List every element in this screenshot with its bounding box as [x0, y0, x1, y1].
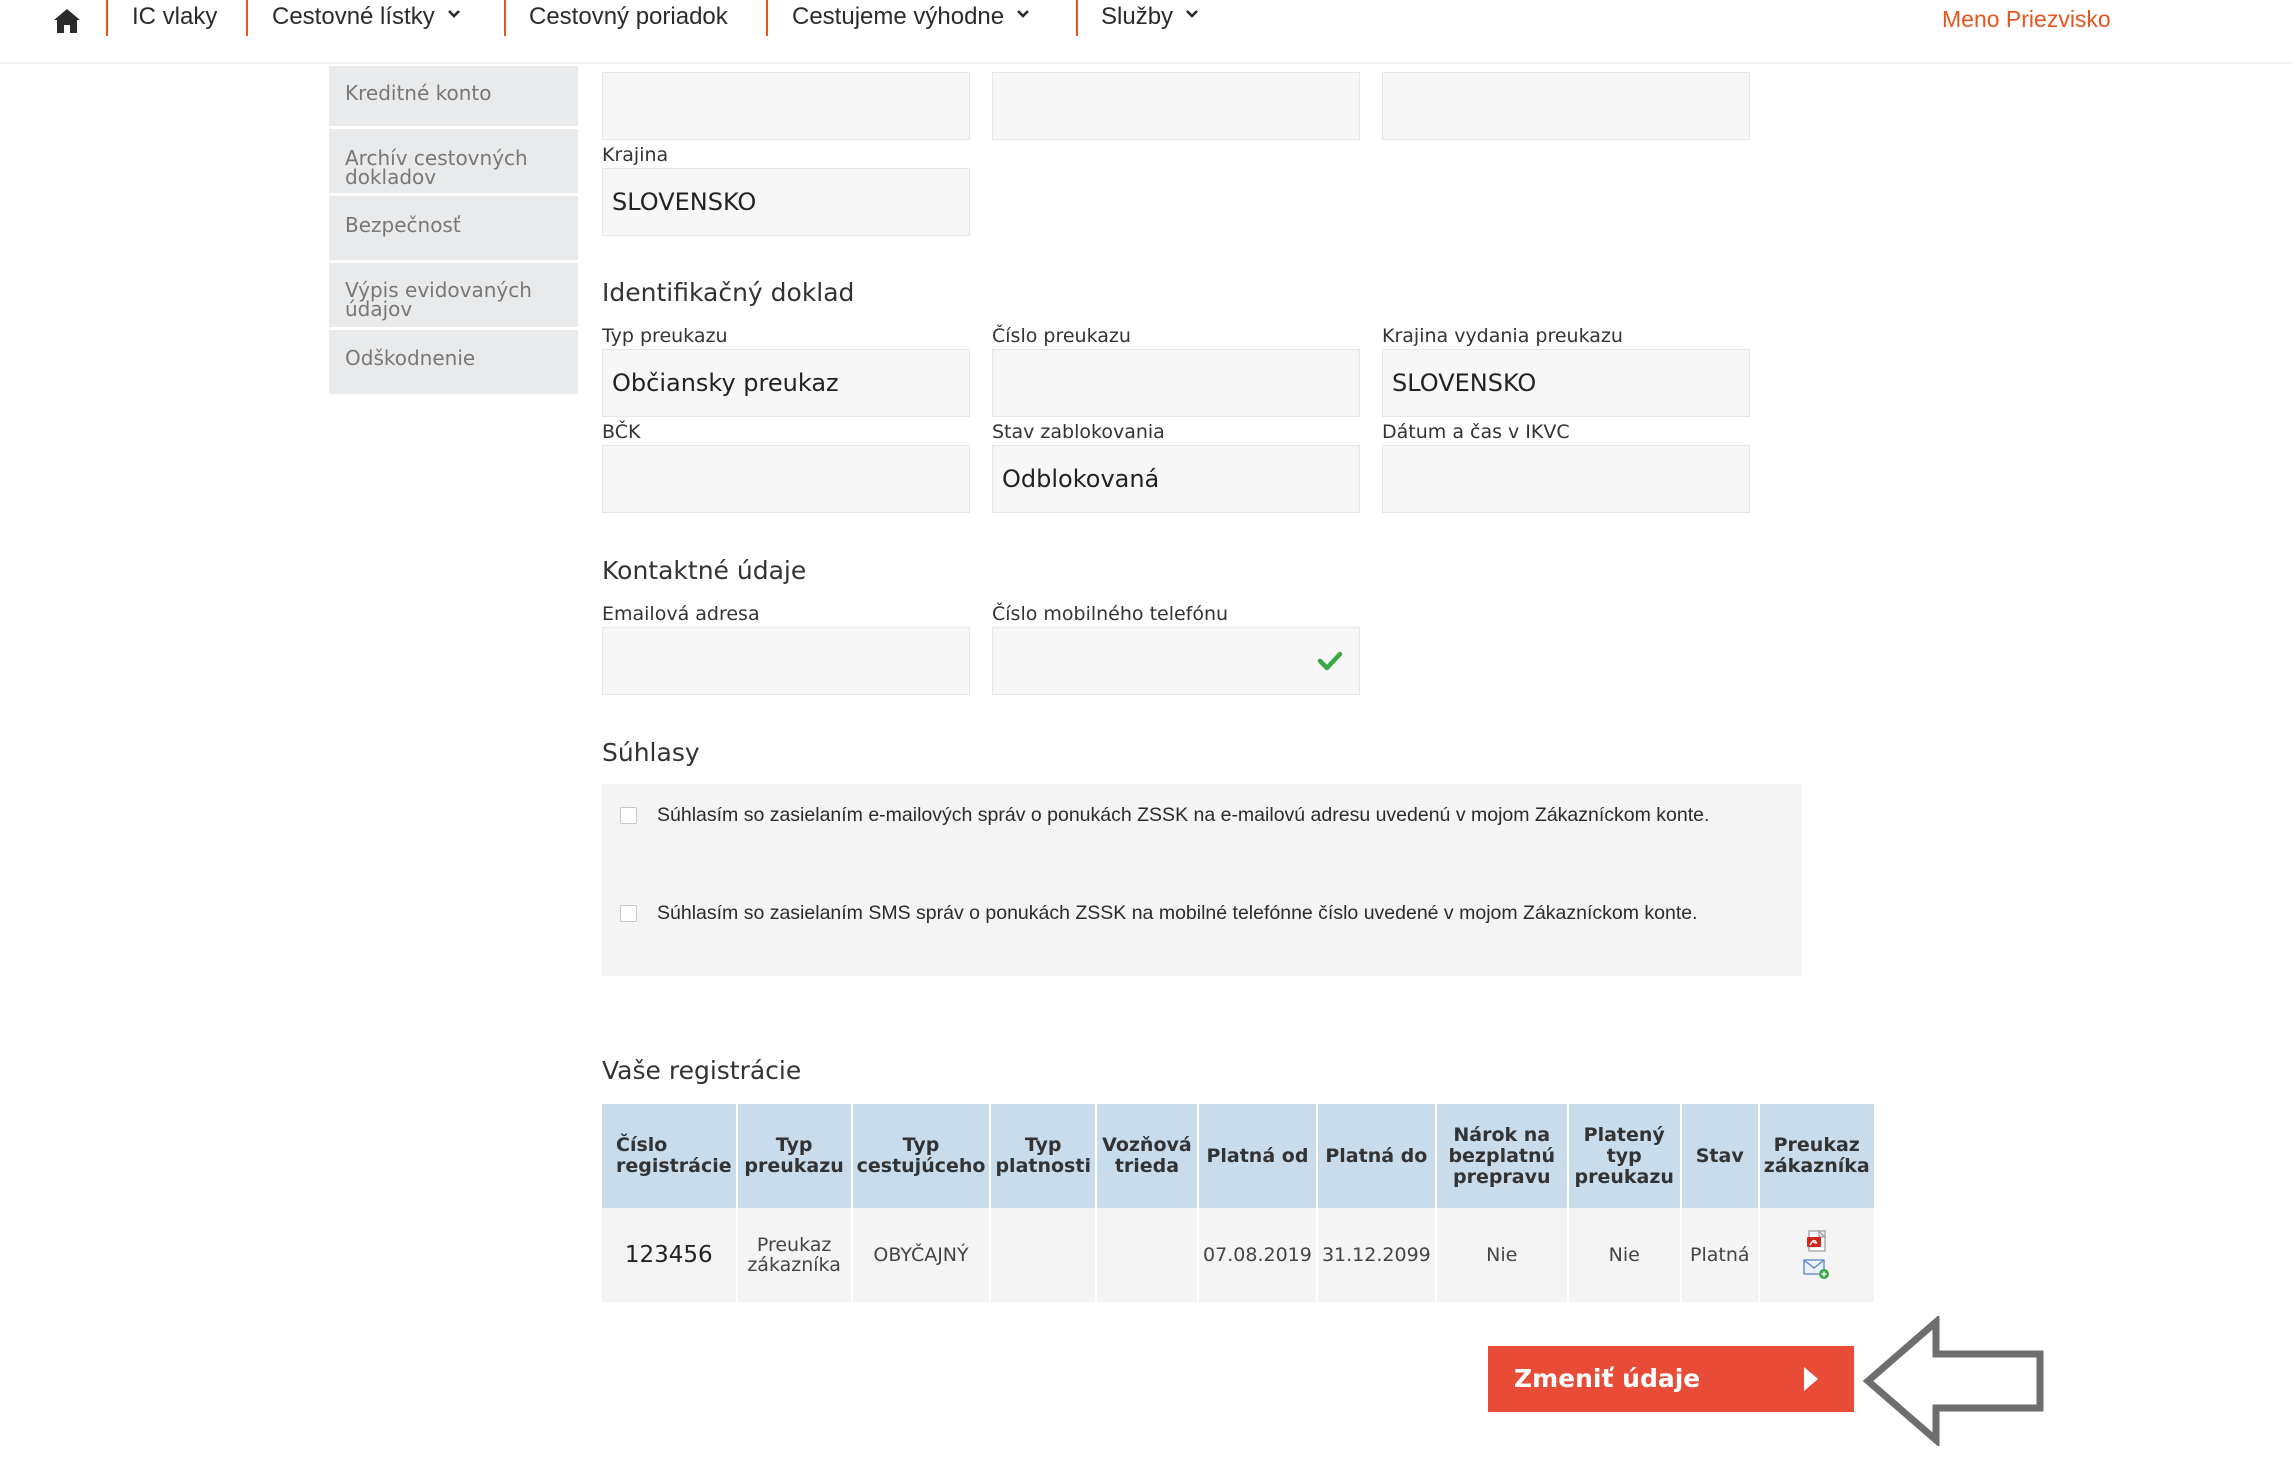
registrations-title: Vaše registrácie	[602, 1056, 802, 1085]
sidebar-item-kreditne-konto[interactable]: Kreditné konto	[329, 66, 578, 126]
free-transport-cell: Nie	[1436, 1208, 1569, 1302]
sidebar-item-label: Odškodnenie	[345, 346, 476, 370]
valid-from-cell: 07.08.2019	[1198, 1208, 1318, 1302]
sidebar-item-label: Bezpečnosť	[345, 213, 461, 237]
consent-sms-row: Súhlasím so zasielaním SMS správ o ponuk…	[602, 880, 1802, 976]
address-field-3[interactable]	[1382, 72, 1750, 140]
column-header: Platený typ preukazu	[1568, 1104, 1682, 1208]
chevron-down-icon	[1017, 10, 1030, 18]
registrations-table: Číslo registrácie Typ preukazu Typ cestu…	[602, 1104, 1874, 1302]
nav-separator	[246, 0, 248, 36]
nav-item-label: Cestovné lístky	[272, 3, 435, 30]
block-state-label: Stav zablokovania	[992, 421, 1165, 443]
user-name-link[interactable]: Meno Priezvisko	[1942, 2, 2111, 36]
country-label: Krajina	[602, 144, 669, 166]
validity-type-cell	[991, 1208, 1097, 1302]
nav-item-cestujeme-vyhodne[interactable]: Cestujeme výhodne	[792, 0, 1030, 34]
column-header: Číslo registrácie	[602, 1104, 738, 1208]
valid-to-cell: 31.12.2099	[1317, 1208, 1437, 1302]
email-send-icon[interactable]	[1803, 1258, 1831, 1280]
column-header: Platná od	[1198, 1104, 1318, 1208]
id-document-title: Identifikačný doklad	[602, 278, 855, 307]
change-details-button[interactable]: Zmeniť údaje	[1488, 1346, 1854, 1412]
nav-separator	[766, 0, 768, 36]
sidebar-item-archiv[interactable]: Archív cestovných dokladov	[329, 129, 578, 193]
email-field[interactable]	[602, 627, 970, 695]
issuing-country-label: Krajina vydania preukazu	[1382, 325, 1623, 347]
card-type-label: Typ preukazu	[602, 325, 728, 347]
nav-item-sluzby[interactable]: Služby	[1101, 0, 1199, 34]
consent-sms-checkbox[interactable]	[620, 905, 637, 922]
nav-item-cestovny-poriadok[interactable]: Cestovný poriadok	[529, 0, 728, 34]
country-field[interactable]: SLOVENSKO	[602, 168, 970, 236]
phone-field[interactable]	[992, 627, 1360, 695]
customer-card-cell	[1759, 1208, 1874, 1302]
table-header-row: Číslo registrácie Typ preukazu Typ cestu…	[602, 1104, 1874, 1208]
card-type-cell: Preukaz zákazníka	[737, 1208, 853, 1302]
sidebar-item-label: Kreditné konto	[345, 81, 492, 105]
car-class-cell	[1096, 1208, 1199, 1302]
card-type-field[interactable]: Občiansky preukaz	[602, 349, 970, 417]
column-header: Preukaz zákazníka	[1759, 1104, 1874, 1208]
card-number-label: Číslo preukazu	[992, 325, 1131, 347]
nav-item-ic-vlaky[interactable]: IC vlaky	[132, 0, 217, 34]
nav-separator	[1076, 0, 1078, 36]
home-icon[interactable]	[50, 4, 84, 38]
bck-field[interactable]	[602, 445, 970, 513]
contact-title: Kontaktné údaje	[602, 556, 807, 585]
consent-email-row: Súhlasím so zasielaním e-mailových správ…	[602, 784, 1802, 880]
pdf-icon[interactable]	[1804, 1230, 1830, 1254]
nav-separator	[504, 0, 506, 36]
top-navigation: IC vlaky Cestovné lístky Cestovný poriad…	[0, 0, 2292, 64]
change-details-label: Zmeniť údaje	[1514, 1364, 1701, 1393]
nav-separator	[106, 0, 108, 36]
passenger-type-cell: OBYČAJNÝ	[852, 1208, 992, 1302]
pointer-arrow-icon	[1862, 1316, 2044, 1446]
sidebar-item-bezpecnost[interactable]: Bezpečnosť	[329, 196, 578, 260]
consent-email-text: Súhlasím so zasielaním e-mailových správ…	[657, 804, 1710, 826]
table-row: 123456 Preukaz zákazníka OBYČAJNÝ 07.08.…	[602, 1208, 1874, 1302]
column-header: Typ preukazu	[737, 1104, 853, 1208]
sidebar-item-odskodnenie[interactable]: Odškodnenie	[329, 330, 578, 394]
nav-item-label: Služby	[1101, 3, 1174, 30]
address-field-1[interactable]	[602, 72, 970, 140]
bck-label: BČK	[602, 421, 641, 443]
play-arrow-icon	[1804, 1367, 1818, 1391]
column-header: Platná do	[1317, 1104, 1437, 1208]
email-label: Emailová adresa	[602, 603, 760, 625]
consents-title: Súhlasy	[602, 738, 700, 767]
status-cell: Platná	[1681, 1208, 1760, 1302]
nav-item-label: IC vlaky	[132, 3, 218, 30]
nav-item-label: Cestovný poriadok	[529, 3, 728, 30]
phone-label: Číslo mobilného telefónu	[992, 603, 1229, 625]
card-number-field[interactable]	[992, 349, 1360, 417]
nav-item-cestovne-listky[interactable]: Cestovné lístky	[272, 0, 461, 34]
chevron-down-icon	[447, 10, 460, 18]
column-header: Typ platnosti	[991, 1104, 1097, 1208]
consent-sms-text: Súhlasím so zasielaním SMS správ o ponuk…	[657, 902, 1698, 924]
block-state-field[interactable]: Odblokovaná	[992, 445, 1360, 513]
issuing-country-field[interactable]: SLOVENSKO	[1382, 349, 1750, 417]
verified-check-icon	[1317, 651, 1343, 671]
address-field-2[interactable]	[992, 72, 1360, 140]
sidebar-item-label: Výpis evidovaných údajov	[345, 278, 532, 321]
column-header: Typ cestujúceho	[852, 1104, 992, 1208]
nav-item-label: Cestujeme výhodne	[792, 3, 1005, 30]
ikvc-datetime-field[interactable]	[1382, 445, 1750, 513]
registration-number: 123456	[602, 1208, 738, 1302]
column-header: Vozňová trieda	[1096, 1104, 1199, 1208]
chevron-down-icon	[1186, 10, 1198, 18]
ikvc-datetime-label: Dátum a čas v IKVC	[1382, 421, 1570, 443]
sidebar-item-label: Archív cestovných dokladov	[345, 146, 528, 189]
column-header: Nárok na bezplatnú prepravu	[1436, 1104, 1569, 1208]
sidebar-item-vypis-udajov[interactable]: Výpis evidovaných údajov	[329, 263, 578, 327]
column-header: Stav	[1681, 1104, 1760, 1208]
paid-card-type-cell: Nie	[1568, 1208, 1682, 1302]
consent-email-checkbox[interactable]	[620, 807, 637, 824]
